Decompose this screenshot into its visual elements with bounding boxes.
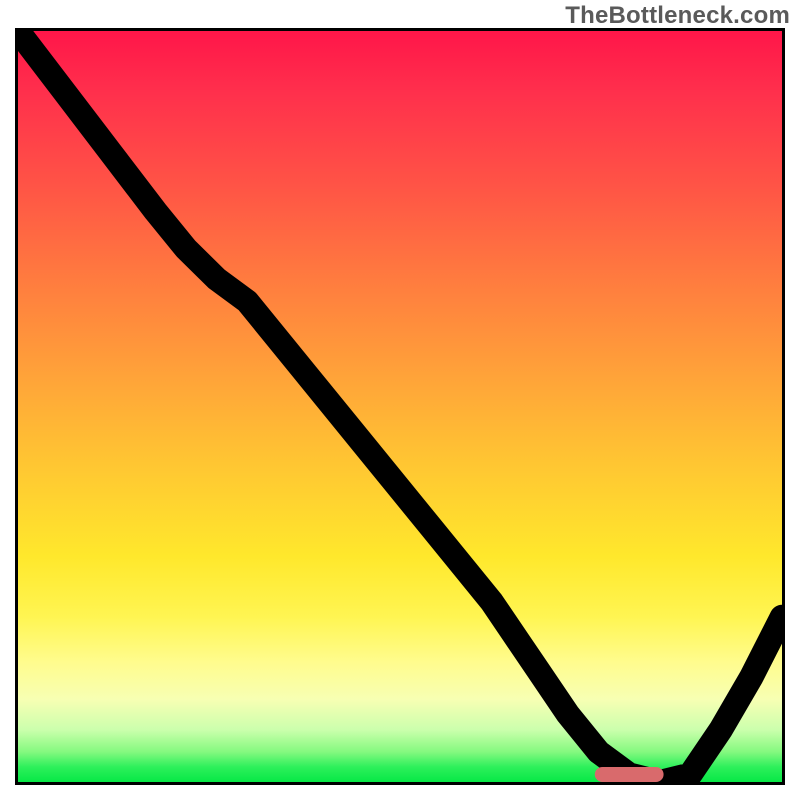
chart-frame: TheBottleneck.com — [0, 0, 800, 800]
watermark-text: TheBottleneck.com — [565, 2, 790, 30]
optimal-marker — [595, 767, 664, 782]
bottleneck-curve — [18, 31, 782, 782]
plot-area — [15, 28, 785, 785]
curve-overlay — [18, 31, 782, 782]
